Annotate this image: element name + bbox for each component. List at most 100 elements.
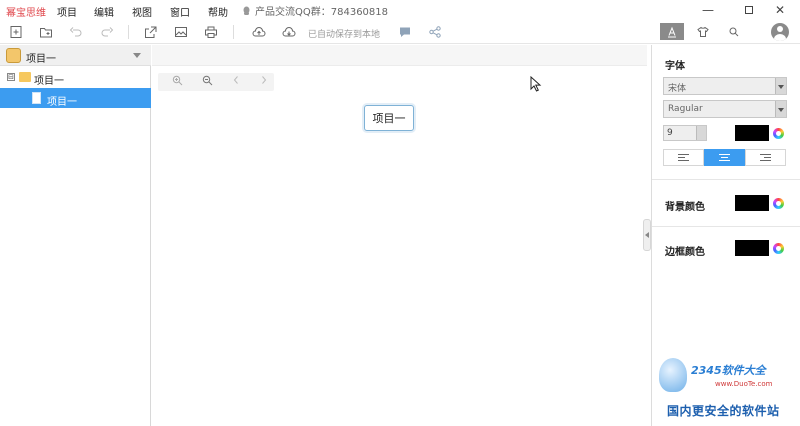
font-weight-select[interactable]: Ragular bbox=[663, 100, 787, 118]
cloud-upload-button[interactable] bbox=[250, 23, 268, 41]
close-icon: ✕ bbox=[774, 3, 786, 17]
align-center-icon bbox=[719, 154, 730, 161]
text-style-tab[interactable] bbox=[660, 23, 684, 40]
font-section-label: 字体 bbox=[665, 61, 685, 72]
menu-item-edit[interactable]: 编辑 bbox=[94, 4, 114, 19]
cloud-download-icon bbox=[282, 27, 296, 37]
folder-icon bbox=[19, 72, 31, 82]
project-panel: 项目一 ⊟ 项目一 项目一 bbox=[0, 45, 151, 426]
watermark-url: www.DuoTe.com bbox=[715, 380, 773, 388]
watermark-brand: 2345软件大全 bbox=[691, 364, 766, 377]
align-left-button[interactable] bbox=[663, 149, 704, 166]
tree-doc-label: 项目一 bbox=[47, 97, 77, 108]
new-file-icon bbox=[10, 26, 22, 38]
font-size-select[interactable]: 9 bbox=[663, 125, 707, 141]
menu-item-window[interactable]: 窗口 bbox=[170, 4, 190, 19]
menu-bar: 幂宝思维 项目 编辑 视图 窗口 帮助 产品交流QQ群：784360818 — … bbox=[0, 0, 800, 20]
export-button[interactable] bbox=[142, 23, 160, 41]
section-divider bbox=[652, 226, 800, 227]
font-color-swatch[interactable] bbox=[735, 125, 769, 141]
zoom-out-icon bbox=[202, 75, 212, 86]
qq-group-info: 产品交流QQ群：784360818 bbox=[242, 3, 388, 18]
watermark: 2345软件大全 www.DuoTe.com 国内更安全的软件站 bbox=[655, 352, 800, 426]
autosave-status: 已自动保存到本地 bbox=[308, 30, 381, 40]
chevron-down-icon bbox=[696, 126, 706, 140]
print-button[interactable] bbox=[202, 23, 220, 41]
text-style-icon bbox=[668, 26, 676, 37]
share-icon bbox=[429, 26, 441, 38]
mascot-logo bbox=[659, 358, 687, 392]
chevron-down-icon bbox=[775, 78, 786, 94]
font-weight-value: Ragular bbox=[668, 104, 703, 114]
collapse-toggle-icon[interactable]: ⊟ bbox=[7, 73, 15, 81]
bg-color-swatch[interactable] bbox=[735, 195, 769, 211]
font-size-value: 9 bbox=[667, 128, 673, 138]
align-right-button[interactable] bbox=[745, 149, 786, 166]
cloud-download-button[interactable] bbox=[280, 23, 298, 41]
search-icon bbox=[729, 27, 739, 36]
close-button[interactable]: ✕ bbox=[760, 0, 800, 20]
tree-folder-item[interactable]: ⊟ 项目一 bbox=[0, 69, 151, 87]
border-color-swatch[interactable] bbox=[735, 240, 769, 256]
minimize-button[interactable]: — bbox=[688, 0, 728, 20]
prev-icon bbox=[233, 76, 238, 84]
font-family-select[interactable]: 宋体 bbox=[663, 77, 787, 95]
section-divider bbox=[652, 179, 800, 180]
zoom-in-button[interactable] bbox=[170, 75, 184, 89]
search-tab[interactable] bbox=[722, 23, 746, 40]
align-center-button[interactable] bbox=[704, 149, 745, 166]
menu-item-help[interactable]: 帮助 bbox=[208, 4, 228, 19]
share-button[interactable] bbox=[426, 23, 444, 41]
comment-button[interactable] bbox=[396, 23, 414, 41]
redo-icon bbox=[101, 27, 114, 37]
new-file-button[interactable] bbox=[7, 23, 25, 41]
print-icon bbox=[205, 26, 217, 38]
image-button[interactable] bbox=[172, 23, 190, 41]
tree-folder-label: 项目一 bbox=[34, 76, 64, 87]
cloud-upload-icon bbox=[252, 27, 266, 37]
qq-text: 产品交流QQ群：784360818 bbox=[255, 7, 389, 18]
watermark-slogan: 国内更安全的软件站 bbox=[667, 404, 780, 418]
theme-tab[interactable] bbox=[691, 23, 715, 40]
menu-item-view[interactable]: 视图 bbox=[132, 4, 152, 19]
mindmap-root-node[interactable]: 项目一 bbox=[364, 105, 414, 131]
project-selector[interactable]: 项目一 bbox=[0, 45, 151, 66]
tree-doc-item-selected[interactable]: 项目一 bbox=[0, 88, 151, 108]
image-icon bbox=[175, 27, 187, 37]
panel-collapse-handle[interactable] bbox=[643, 219, 651, 251]
color-wheel-icon[interactable] bbox=[773, 128, 784, 139]
zoom-controls bbox=[158, 73, 274, 91]
toolbar-separator bbox=[128, 25, 129, 39]
minimize-icon: — bbox=[702, 3, 714, 17]
toolbar: 已自动保存到本地 bbox=[0, 20, 800, 44]
border-color-label: 边框颜色 bbox=[665, 247, 705, 258]
menu-item-project[interactable]: 项目 bbox=[57, 4, 77, 19]
export-icon bbox=[145, 26, 157, 38]
next-icon bbox=[262, 76, 267, 84]
new-folder-icon bbox=[40, 28, 52, 38]
zoom-in-icon bbox=[172, 75, 182, 86]
color-wheel-icon[interactable] bbox=[773, 243, 784, 254]
maximize-icon bbox=[745, 6, 753, 14]
new-folder-button[interactable] bbox=[37, 23, 55, 41]
prev-button[interactable] bbox=[229, 75, 243, 89]
comment-icon bbox=[400, 27, 410, 37]
redo-button[interactable] bbox=[98, 23, 116, 41]
mouse-cursor-icon bbox=[530, 76, 542, 92]
font-family-value: 宋体 bbox=[668, 84, 687, 94]
toolbar-separator bbox=[233, 25, 234, 39]
undo-icon bbox=[69, 27, 82, 37]
user-avatar[interactable] bbox=[771, 23, 789, 41]
bg-color-label: 背景颜色 bbox=[665, 202, 705, 213]
next-button[interactable] bbox=[257, 75, 271, 89]
mindmap-canvas[interactable]: 项目一 bbox=[152, 45, 647, 426]
qq-icon bbox=[243, 6, 250, 15]
align-left-icon bbox=[678, 154, 689, 161]
undo-button[interactable] bbox=[67, 23, 85, 41]
app-name: 幂宝思维 bbox=[6, 8, 46, 19]
notebook-icon bbox=[6, 48, 21, 63]
zoom-out-button[interactable] bbox=[200, 75, 214, 89]
project-selector-label: 项目一 bbox=[26, 54, 56, 65]
chevron-down-icon bbox=[775, 101, 786, 117]
color-wheel-icon[interactable] bbox=[773, 198, 784, 209]
